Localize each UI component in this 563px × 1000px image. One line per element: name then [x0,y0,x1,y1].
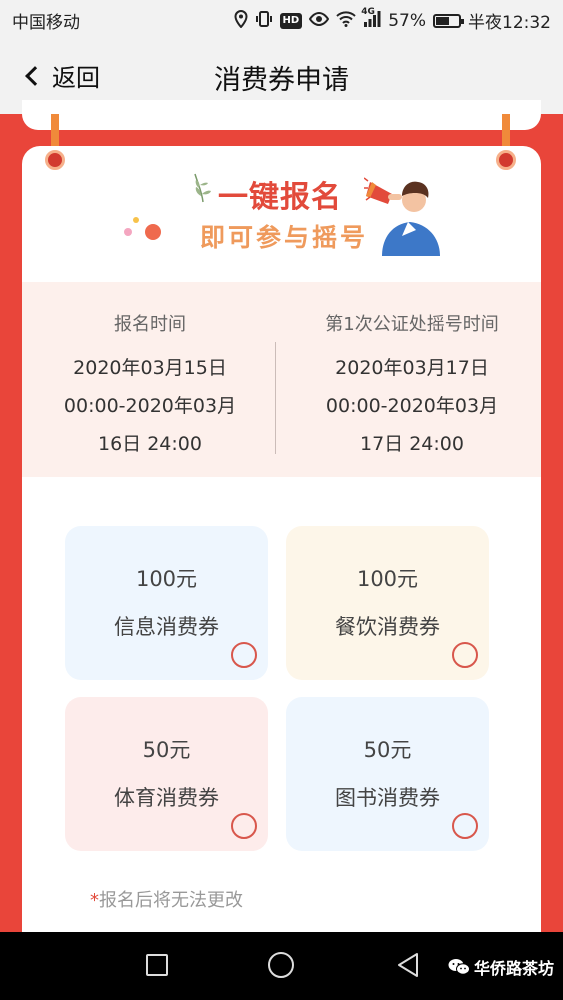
hanger-dot-right [496,150,516,170]
wechat-watermark: 华侨路茶坊 [448,955,554,979]
leaf-icon [194,173,211,203]
lottery-time-line: 2020年03月17日 [335,357,489,379]
battery-icon [433,13,464,28]
coupon-amount: 50元 [142,738,191,762]
signup-time-line: 16日 24:00 [98,433,202,455]
coupon-radio[interactable] [231,642,257,668]
network-type-label: 4G [361,6,375,17]
system-nav-bar: 华侨路茶坊 [0,932,563,1000]
note-text: 报名后将无法更改 [99,890,243,911]
hd-voice-icon: HD [279,12,303,29]
signup-time-line: 00:00-2020年03月 [63,395,237,417]
signup-time-line: 2020年03月15日 [73,357,227,379]
coupon-radio[interactable] [231,813,257,839]
banner-subtitle: 即可参与摇号 [200,223,369,252]
wechat-icon [448,959,470,975]
coupon-name: 信息消费券 [114,615,219,639]
coupon-name: 餐饮消费券 [335,615,440,639]
home-button[interactable] [268,952,294,978]
watermark-text: 华侨路茶坊 [474,959,555,978]
location-icon [234,9,248,32]
coupon-name: 体育消费券 [114,786,219,810]
signal-icon: 4G [361,7,381,31]
carrier-name: 中国移动 [12,13,80,33]
vibrate-icon [255,10,273,32]
banner-title: 一键报名 [218,180,342,215]
signup-banner: 一键报名 即可参与摇号 [22,146,541,276]
coupon-amount: 100元 [356,567,419,591]
lottery-time: 第1次公证处摇号时间 2020年03月17日 00:00-2020年03月 17… [292,310,532,463]
signup-time: 报名时间 2020年03月15日 00:00-2020年03月 16日 24:0… [30,310,270,463]
coupon-books[interactable]: 50元 图书消费券 [286,697,489,851]
divider [275,342,276,454]
coupon-dining[interactable]: 100元 餐饮消费券 [286,526,489,680]
megaphone-person-illustration [364,177,440,256]
status-bar: 中国移动 HD 4G 57% 半夜12:32 [0,0,563,38]
wifi-icon [336,10,356,31]
coupon-name: 图书消费券 [335,786,440,810]
system-back-button[interactable] [396,952,420,978]
coupon-radio[interactable] [452,813,478,839]
coupon-amount: 100元 [135,567,198,591]
previous-card-edge [22,100,541,130]
signup-time-label: 报名时间 [114,314,186,335]
warning-note: *报名后将无法更改 [90,886,243,912]
schedule-section: 报名时间 2020年03月15日 00:00-2020年03月 16日 24:0… [22,282,541,477]
lottery-time-line: 17日 24:00 [360,433,464,455]
page-title: 消费券申请 [214,65,349,96]
eye-comfort-icon [309,11,330,30]
coupon-amount: 50元 [363,738,412,762]
clock: 半夜12:32 [468,13,551,33]
hanger-dot-left [45,150,65,170]
coupon-info[interactable]: 100元 信息消费券 [65,526,268,680]
coupon-radio[interactable] [452,642,478,668]
coupon-sports[interactable]: 50元 体育消费券 [65,697,268,851]
status-icons: HD 4G 57% 半夜12:32 [234,7,551,33]
lottery-time-label: 第1次公证处摇号时间 [325,314,499,335]
battery-percent: 57% [388,10,426,31]
application-card: 一键报名 即可参与摇号 报名时间 2020年03月15日 00:00-2020年… [22,146,541,946]
decorative-dots [124,217,161,240]
required-star: * [90,890,99,911]
lottery-time-line: 00:00-2020年03月 [325,395,499,417]
recents-button[interactable] [146,954,168,976]
